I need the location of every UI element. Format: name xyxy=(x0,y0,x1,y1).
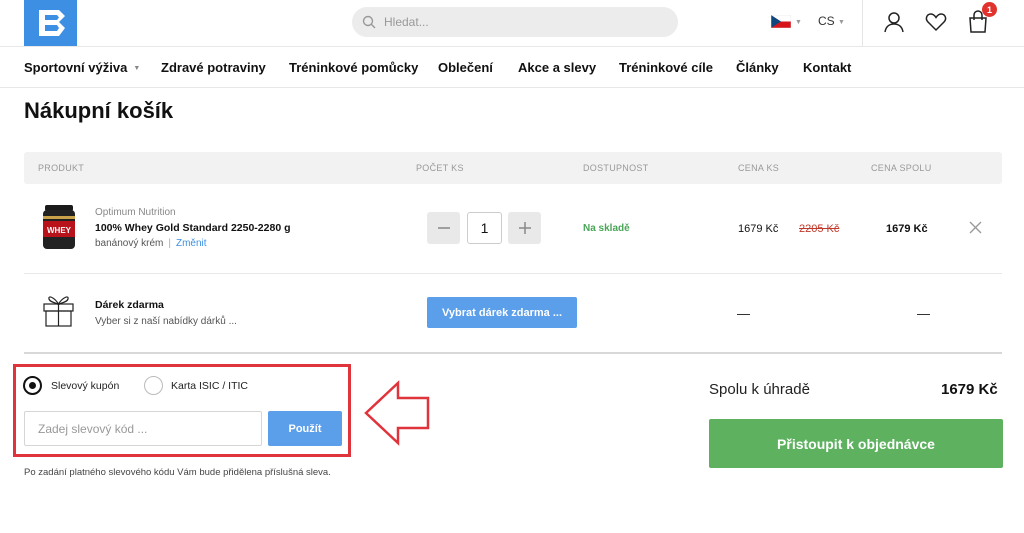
unit-price: 1679 Kč xyxy=(738,223,779,235)
cart-table-header: PRODUKT POČET KS DOSTUPNOST CENA KS CENA… xyxy=(24,152,1002,184)
nav-divider-bottom xyxy=(0,87,1024,88)
nav-item-zdrave-potraviny[interactable]: Zdravé potraviny xyxy=(161,60,266,75)
coupon-code-input[interactable] xyxy=(24,411,262,446)
nav-item-akce-a-slevy[interactable]: Akce a slevy xyxy=(518,60,596,75)
variant-separator: | xyxy=(168,238,171,249)
variant-label: banánový krém xyxy=(95,238,164,249)
product-variant: banánový krém | Změnit xyxy=(95,238,207,249)
site-logo[interactable] xyxy=(24,0,77,46)
nav-item-kontakt[interactable]: Kontakt xyxy=(803,60,851,75)
nav-item-clanky[interactable]: Články xyxy=(736,60,779,75)
page-title: Nákupní košík xyxy=(24,98,174,123)
apply-coupon-button[interactable]: Použít xyxy=(268,411,342,446)
cart-count-badge: 1 xyxy=(982,2,997,17)
gift-title: Dárek zdarma xyxy=(95,299,164,311)
czech-flag-icon[interactable] xyxy=(771,15,791,28)
original-price: 2205 Kč xyxy=(799,223,840,235)
table-bottom-divider xyxy=(24,352,1002,354)
line-total-price: 1679 Kč xyxy=(886,223,928,235)
logo-icon xyxy=(38,10,65,36)
chevron-down-icon: ▼ xyxy=(133,65,141,73)
product-image[interactable]: WHEY xyxy=(42,205,76,249)
column-header-quantity: POČET KS xyxy=(416,163,464,173)
chevron-down-icon[interactable]: ▼ xyxy=(795,19,802,26)
column-header-product: PRODUKT xyxy=(38,163,85,173)
close-icon[interactable] xyxy=(969,221,982,234)
quantity-input[interactable] xyxy=(467,212,502,244)
nav-item-treninkove-cile[interactable]: Tréninkové cíle xyxy=(619,60,713,75)
proceed-to-checkout-button[interactable]: Přistoupit k objednávce xyxy=(709,419,1003,468)
row-divider xyxy=(24,273,1002,274)
arrow-left-icon xyxy=(364,380,430,446)
quantity-increase-button[interactable] xyxy=(508,212,541,244)
gift-icon xyxy=(43,296,74,327)
nav-item-obleceni[interactable]: Oblečení xyxy=(438,60,493,75)
search-input[interactable] xyxy=(384,15,644,29)
total-value: 1679 Kč xyxy=(941,381,998,398)
minus-icon xyxy=(437,227,450,229)
product-brand: Optimum Nutrition xyxy=(95,207,176,218)
availability-status: Na skladě xyxy=(583,223,630,234)
column-header-availability: DOSTUPNOST xyxy=(583,163,649,173)
coupon-info-text: Po zadání platného slevového kódu Vám bu… xyxy=(24,467,331,478)
heart-icon[interactable] xyxy=(925,12,947,32)
product-name[interactable]: 100% Whey Gold Standard 2250-2280 g xyxy=(95,222,291,234)
column-header-total-price: CENA SPOLU xyxy=(871,163,932,173)
change-variant-link[interactable]: Změnit xyxy=(176,238,207,249)
main-navigation: Sportovní výživa ▼ Zdravé potraviny Tréni… xyxy=(0,47,1024,87)
gift-total-price: — xyxy=(917,306,930,321)
gift-unit-price: — xyxy=(737,306,750,321)
nav-item-label: Sportovní výživa xyxy=(24,60,128,75)
total-label: Spolu k úhradě xyxy=(709,381,810,398)
radio-coupon-label[interactable]: Slevový kupón xyxy=(51,380,119,392)
search-bar[interactable] xyxy=(352,7,678,37)
column-header-unit-price: CENA KS xyxy=(738,163,780,173)
radio-isic-label[interactable]: Karta ISIC / ITIC xyxy=(171,380,248,392)
header-divider xyxy=(862,0,863,46)
nav-item-sportovni-vyziva[interactable]: Sportovní výživa ▼ xyxy=(24,60,140,75)
user-icon[interactable] xyxy=(883,11,905,33)
svg-text:WHEY: WHEY xyxy=(47,226,72,235)
radio-coupon[interactable] xyxy=(23,376,42,395)
language-selector[interactable]: CS xyxy=(818,14,835,28)
quantity-decrease-button[interactable] xyxy=(427,212,460,244)
site-header: ▼ CS ▼ 1 xyxy=(0,0,1024,46)
chevron-down-icon[interactable]: ▼ xyxy=(838,19,845,26)
choose-free-gift-button[interactable]: Vybrat dárek zdarma ... xyxy=(427,297,577,328)
radio-isic-card[interactable] xyxy=(144,376,163,395)
nav-item-treninkove-pomucky[interactable]: Tréninkové pomůcky xyxy=(289,60,418,75)
gift-subtitle: Vyber si z naší nabídky dárků ... xyxy=(95,316,237,327)
plus-icon xyxy=(518,222,531,234)
search-icon xyxy=(362,15,376,29)
